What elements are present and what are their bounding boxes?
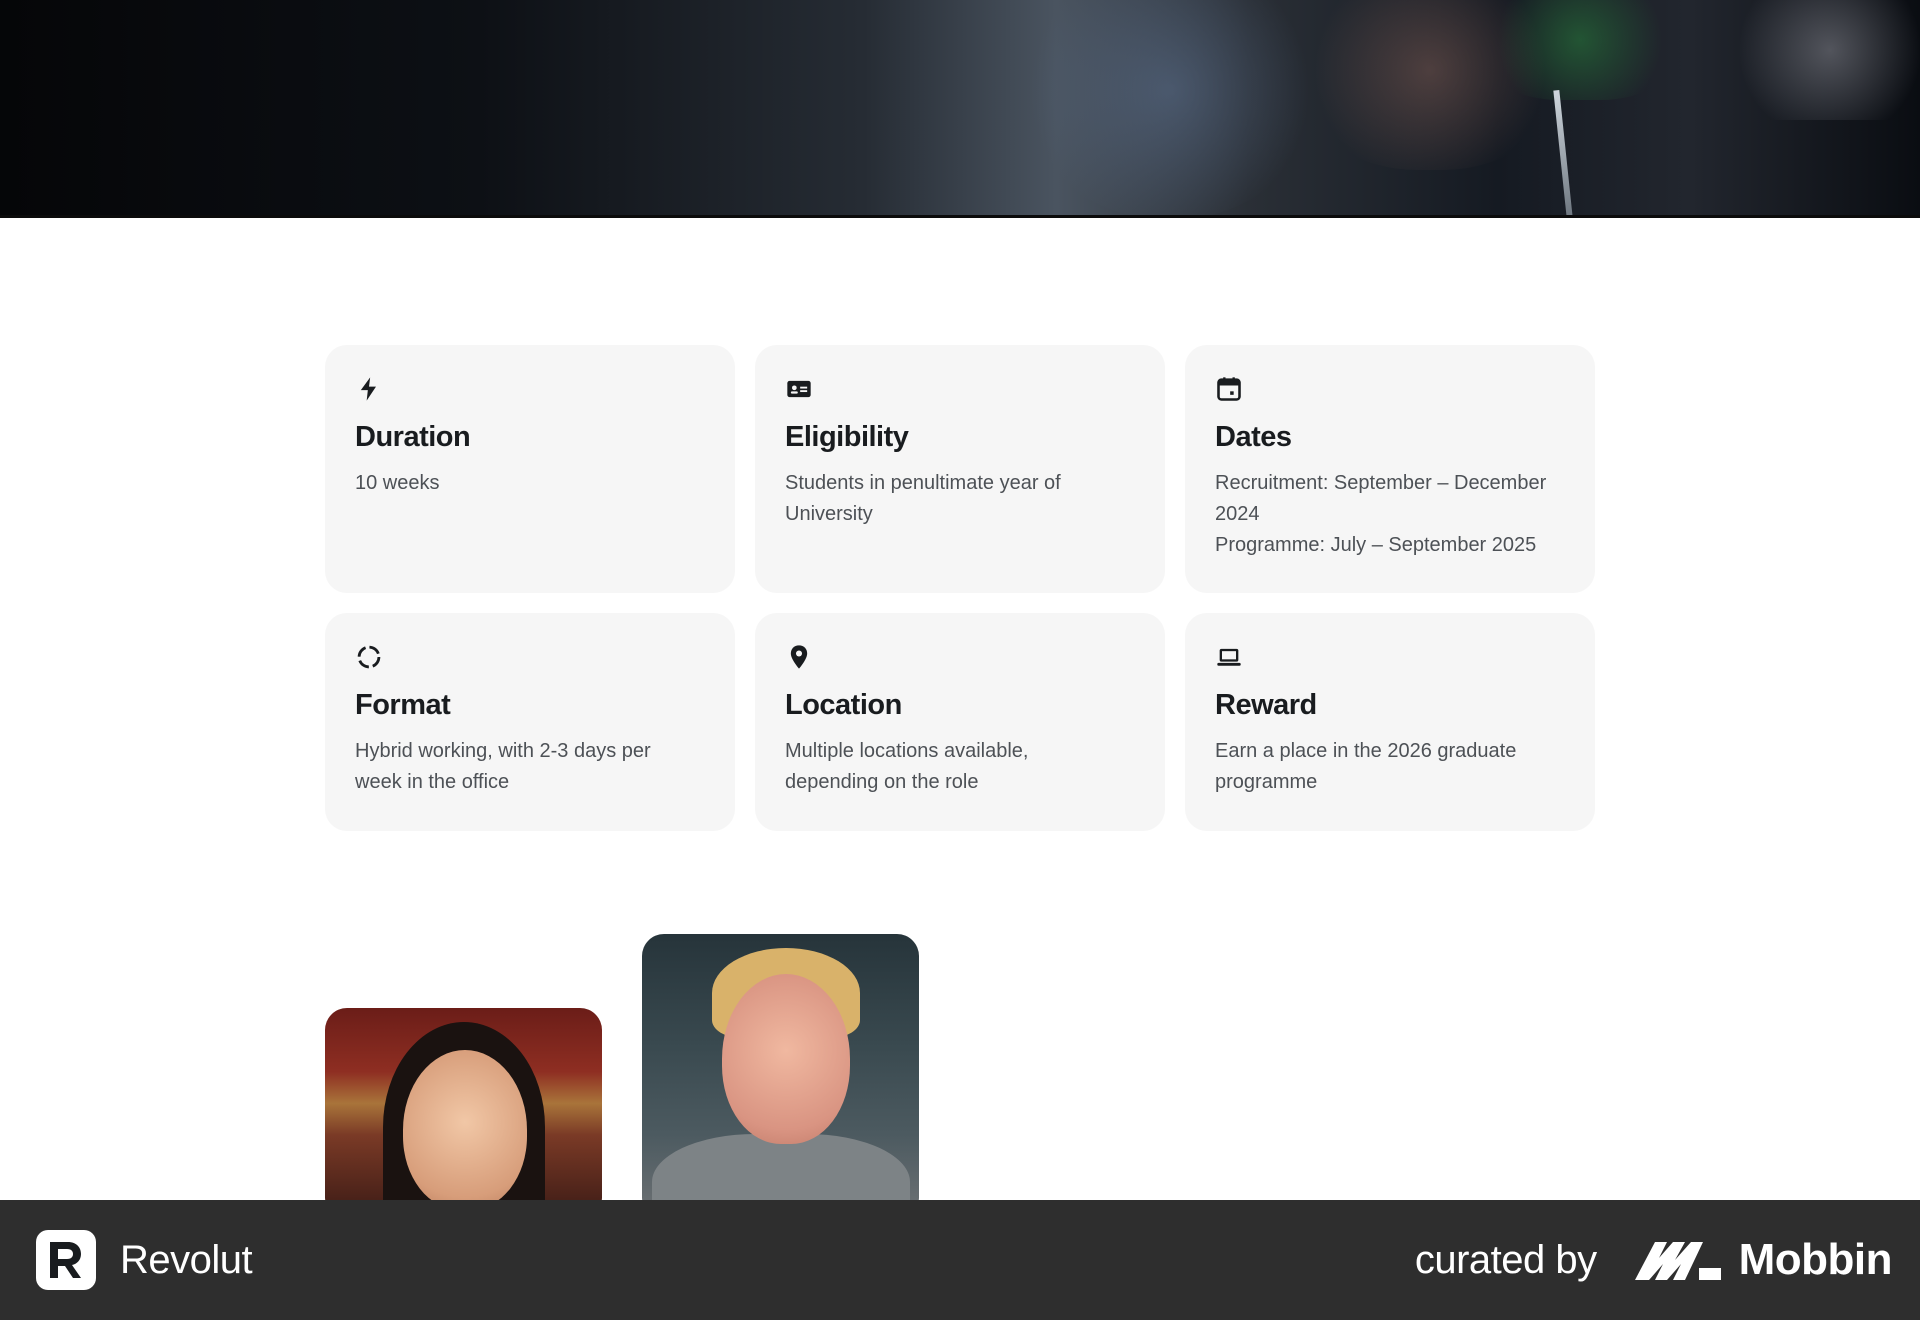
- brand: Revolut: [36, 1230, 253, 1290]
- brand-name: Revolut: [120, 1237, 253, 1282]
- location-pin-icon: [785, 643, 813, 671]
- hero-banner-image: [0, 0, 1920, 218]
- card-duration: Duration 10 weeks: [325, 345, 735, 593]
- card-eligibility: Eligibility Students in penultimate year…: [755, 345, 1165, 593]
- card-text: Recruitment: September – December 2024 Pro…: [1215, 472, 1547, 556]
- card-text: 10 weeks: [355, 472, 440, 494]
- card-text: Students in penultimate year of Universit…: [785, 472, 1061, 525]
- card-title: Eligibility: [785, 421, 909, 453]
- mobbin-brand: Mobbin: [1633, 1235, 1893, 1285]
- laptop-icon: [1215, 643, 1243, 671]
- calendar-icon: [1215, 375, 1243, 403]
- card-text: Hybrid working, with 2-3 days per week in…: [355, 740, 651, 793]
- intern-photo: [642, 934, 919, 1220]
- card-format: Format Hybrid working, with 2-3 days per…: [325, 613, 735, 831]
- card-location: Location Multiple locations available, de…: [755, 613, 1165, 831]
- card-dates: Dates Recruitment: September – December 2…: [1185, 345, 1595, 593]
- curated-by: curated by Mobbin: [1414, 1235, 1893, 1285]
- mobbin-name: Mobbin: [1738, 1235, 1893, 1284]
- lightning-icon: [355, 375, 383, 403]
- programme-details-grid: Duration 10 weeks Eligibility Students i…: [325, 345, 1595, 831]
- card-title: Duration: [355, 421, 471, 453]
- card-title: Location: [785, 689, 902, 721]
- footer-bar: Revolut curated by Mobbin: [0, 1200, 1920, 1320]
- card-text: Earn a place in the 2026 graduate program…: [1215, 740, 1517, 793]
- card-title: Reward: [1215, 689, 1317, 721]
- intern-photo: [325, 1008, 602, 1220]
- curated-label: curated by: [1414, 1237, 1597, 1282]
- loading-circle-icon: [355, 643, 383, 671]
- mobbin-logo-icon: [1634, 1242, 1721, 1280]
- id-card-icon: [785, 375, 813, 403]
- card-title: Format: [355, 689, 451, 721]
- card-text: Multiple locations available, depending o…: [785, 740, 1029, 793]
- revolut-logo-icon: [36, 1230, 96, 1290]
- card-reward: Reward Earn a place in the 2026 graduate…: [1185, 613, 1595, 831]
- card-title: Dates: [1215, 421, 1292, 453]
